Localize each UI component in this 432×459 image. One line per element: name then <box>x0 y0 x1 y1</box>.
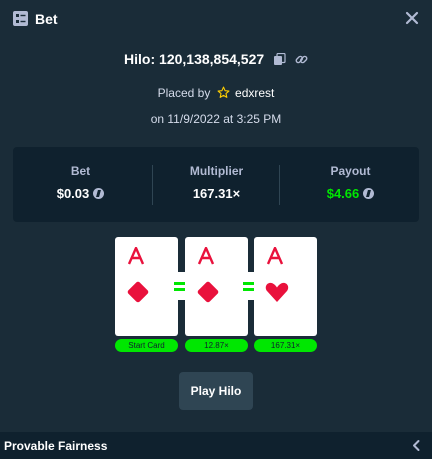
stat-payout-value: $4.66 <box>326 186 360 201</box>
link-icon[interactable] <box>295 52 308 65</box>
litecoin-icon <box>93 188 105 199</box>
play-hilo-button[interactable]: Play Hilo <box>179 372 253 410</box>
card-multiplier-tag: 12.87× <box>185 339 248 352</box>
modal-header: Bet <box>0 0 432 38</box>
placed-by-row: Placed by edxrest <box>0 85 432 101</box>
star-icon <box>217 86 230 99</box>
stat-multiplier-label: Multiplier <box>189 164 244 178</box>
card-multiplier-tag: 167.31× <box>254 339 317 352</box>
modal-title: Bet <box>35 11 58 27</box>
stat-payout: Payout $4.66 <box>283 147 418 222</box>
stat-divider <box>279 165 280 205</box>
card-multiplier-tag: Start Card <box>115 339 178 352</box>
stat-multiplier: Multiplier 167.31× <box>149 147 284 222</box>
game-id-label: Hilo: 120,138,854,527 <box>124 51 265 67</box>
bet-stats-panel: Bet $0.03 Multiplier 167.31× Payout $4.6… <box>13 147 419 222</box>
stat-multiplier-value: 167.31× <box>192 186 241 201</box>
placed-date: on 11/9/2022 at 3:25 PM <box>150 112 282 126</box>
diamond-suit-icon <box>125 279 151 305</box>
stat-bet-value: $0.03 <box>56 186 90 201</box>
stat-payout-label: Payout <box>330 164 371 178</box>
card-rank-ace <box>197 246 215 265</box>
provable-fairness-bar[interactable]: Provable Fairness <box>0 432 432 459</box>
card-rank-ace <box>266 246 284 265</box>
stat-bet-value-row: $0.03 <box>13 186 148 201</box>
placed-by-label: Placed by <box>157 86 211 100</box>
username-link[interactable]: edxrest <box>235 86 274 100</box>
stat-bet: Bet $0.03 <box>13 147 148 222</box>
heart-suit-icon <box>264 279 290 305</box>
litecoin-icon <box>363 188 375 199</box>
playing-card <box>254 237 317 336</box>
stat-bet-label: Bet <box>70 164 91 178</box>
close-icon[interactable] <box>403 9 421 27</box>
diamond-suit-icon <box>195 279 221 305</box>
chevron-left-icon[interactable] <box>410 439 423 452</box>
card-rank-ace <box>127 246 145 265</box>
game-id-row: Hilo: 120,138,854,527 <box>0 50 432 68</box>
stat-payout-value-row: $4.66 <box>283 186 418 201</box>
copy-icon[interactable] <box>273 52 286 65</box>
provable-fairness-label: Provable Fairness <box>4 439 108 453</box>
bet-list-icon <box>13 11 28 26</box>
